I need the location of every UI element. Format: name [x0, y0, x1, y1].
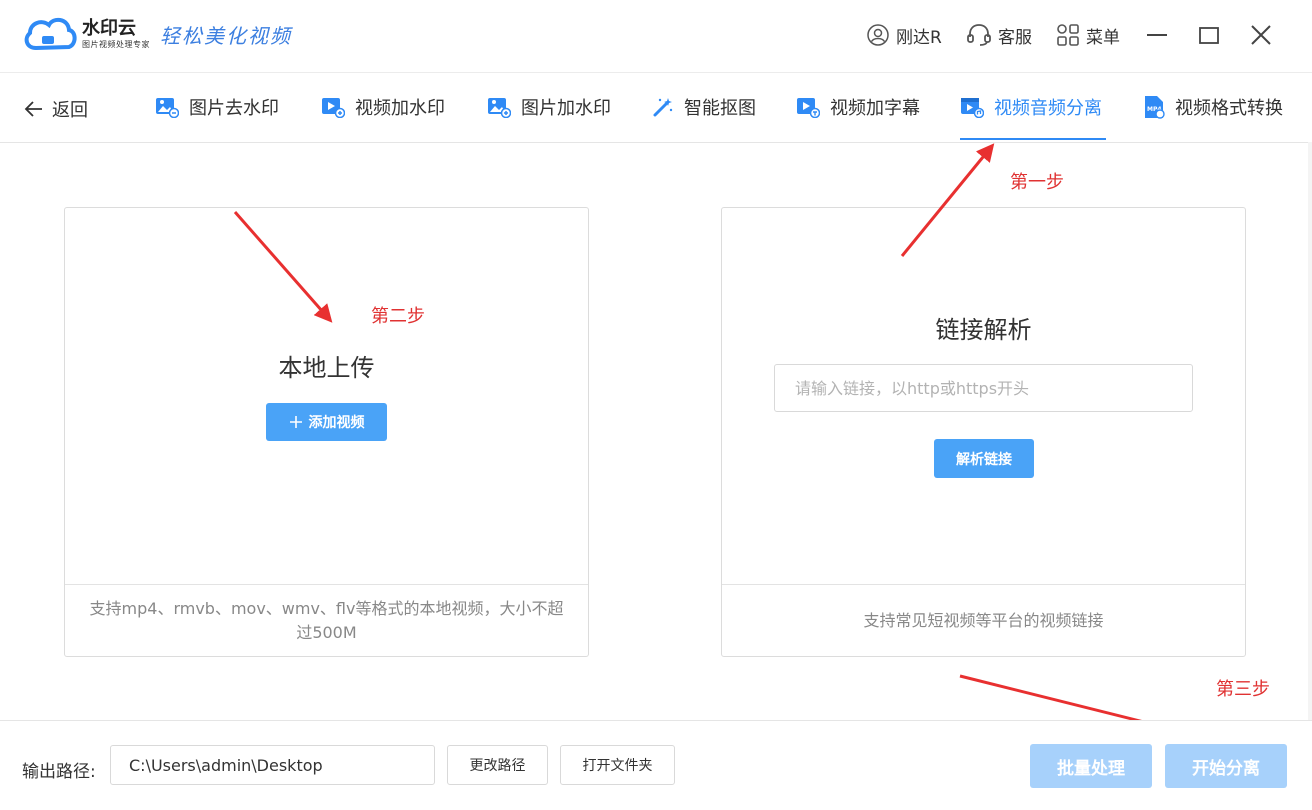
step1-arrow — [900, 143, 995, 257]
step2-arrow — [233, 211, 333, 323]
output-path-label: 输出路径: — [22, 762, 96, 782]
step1-annotation: 第一步 — [1010, 172, 1064, 193]
change-path-button[interactable]: 更改路径 — [447, 745, 548, 785]
annotation-arrows — [233, 143, 1204, 742]
batch-process-button[interactable]: 批量处理 — [1030, 744, 1152, 788]
scrollbar[interactable] — [1308, 142, 1312, 720]
step3-annotation: 第三步 — [1216, 679, 1270, 700]
start-split-button[interactable]: 开始分离 — [1165, 744, 1287, 788]
output-path-input[interactable] — [110, 745, 435, 785]
step2-annotation: 第二步 — [371, 306, 425, 327]
bottom-bar: 输出路径: 更改路径 打开文件夹 批量处理 开始分离 — [0, 720, 1312, 810]
open-folder-button[interactable]: 打开文件夹 — [560, 745, 675, 785]
